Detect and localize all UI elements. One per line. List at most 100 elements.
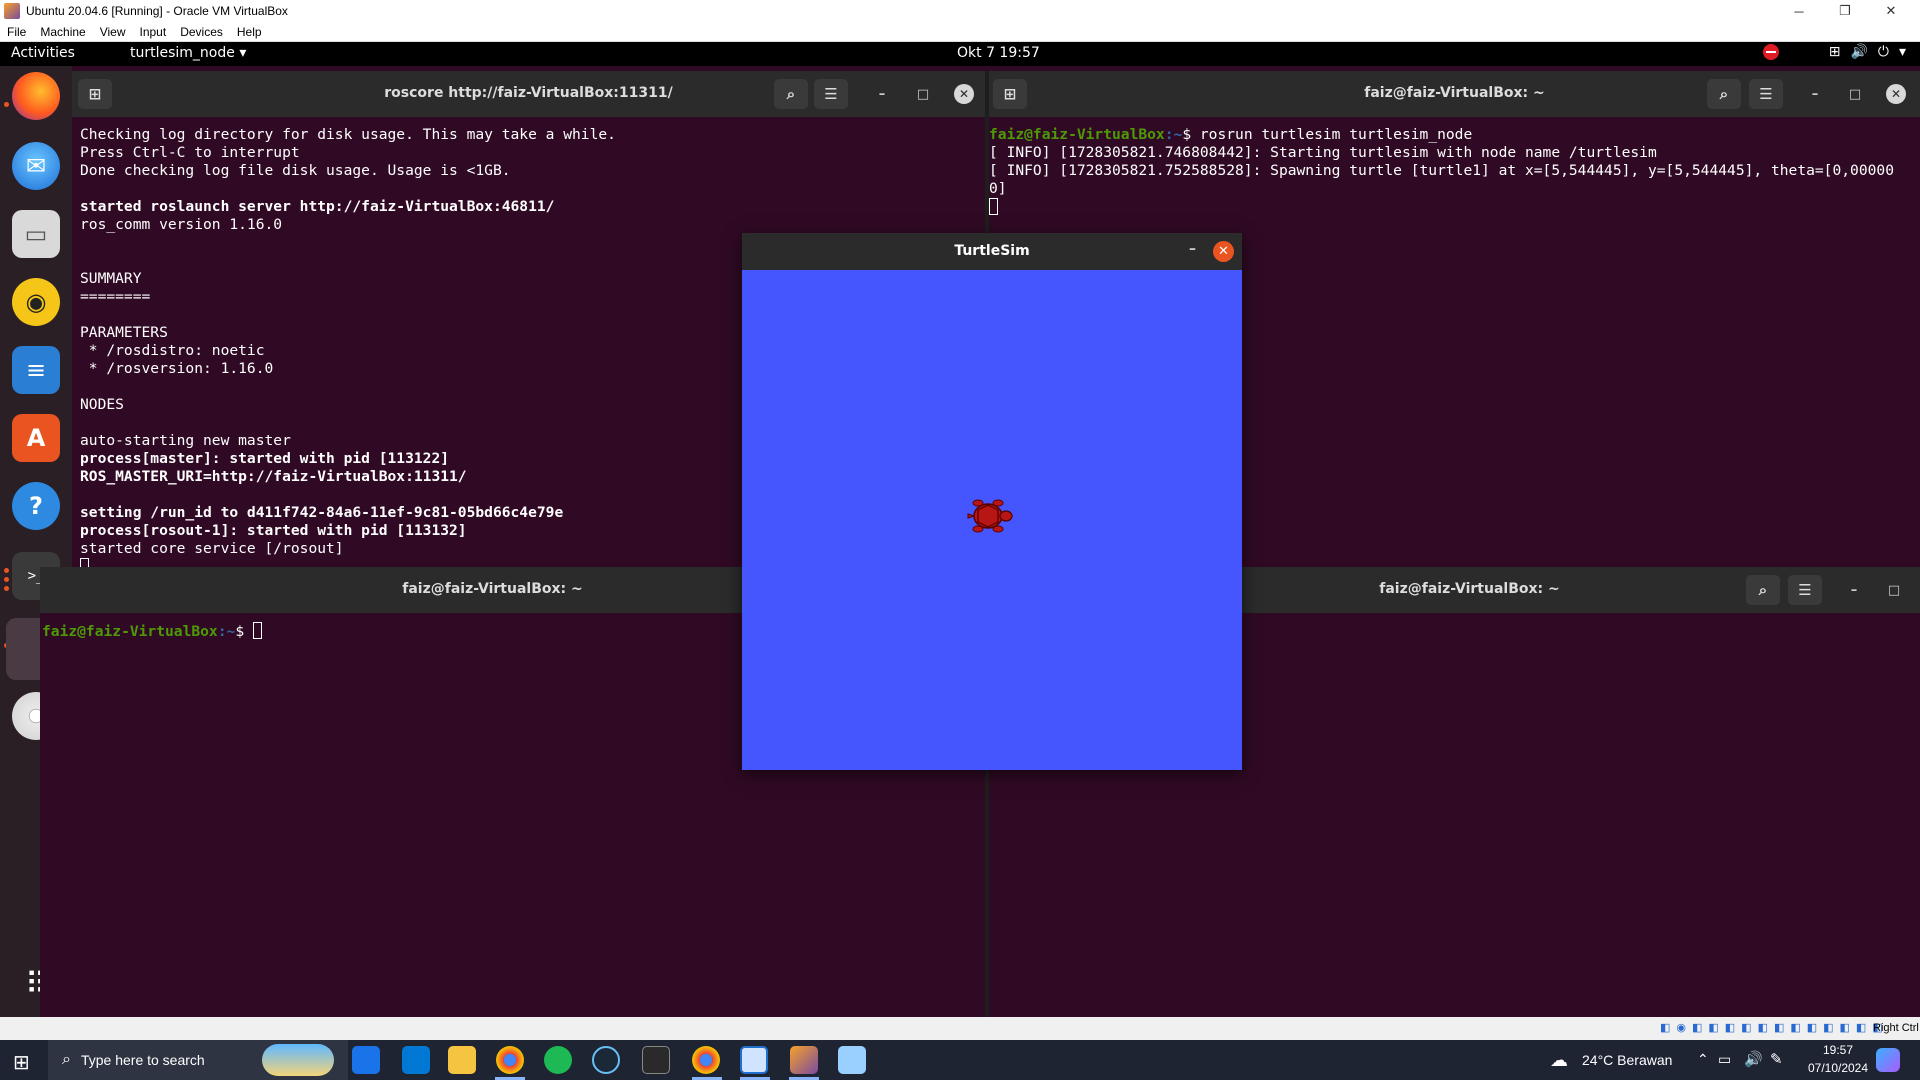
spotify-icon[interactable] (544, 1046, 572, 1074)
menu-file[interactable]: File (0, 25, 33, 39)
notification-icon[interactable] (1876, 1048, 1900, 1072)
minimize-icon[interactable]: – (1844, 580, 1864, 600)
output-line: * /rosdistro: noetic (80, 342, 265, 359)
chevron-down-icon[interactable]: ▾ (1899, 44, 1906, 60)
gnome-topbar: Activities turtlesim_node ▾ Okt 7 19:57 … (0, 42, 1920, 66)
app-menu[interactable]: turtlesim_node ▾ (130, 45, 246, 61)
network-icon[interactable]: ⊞ (1829, 44, 1841, 60)
vbox-window-title: Ubuntu 20.04.6 [Running] - Oracle VM Vir… (26, 4, 288, 18)
search-icon[interactable]: ⌕ (1707, 79, 1741, 109)
rhythmbox-icon[interactable]: ◉ (12, 278, 60, 326)
activities-button[interactable]: Activities (11, 45, 75, 61)
vbox-titlebar: Ubuntu 20.04.6 [Running] - Oracle VM Vir… (0, 0, 1920, 22)
close-icon[interactable]: ✕ (1213, 241, 1234, 262)
output-line: setting /run_id to d411f742-84a6-11ef-9c… (80, 504, 564, 521)
output-line: auto-starting new master (80, 432, 291, 449)
menu-help[interactable]: Help (230, 25, 269, 39)
do-not-disturb-icon[interactable] (1762, 44, 1779, 60)
minimize-icon[interactable]: – (1189, 241, 1196, 257)
prompt-end: $ (235, 623, 253, 640)
firefox-icon[interactable] (12, 72, 60, 120)
vbox-menubar: File Machine View Input Devices Help (0, 22, 1920, 42)
close-icon[interactable]: ✕ (954, 84, 974, 104)
windows-taskbar: ⊞ ⌕ Type here to search ☁ 24°C Berawan ⌃… (0, 1040, 1920, 1080)
taskbar-date[interactable]: 07/10/2024 (1800, 1061, 1876, 1075)
output-line: Done checking log file disk usage. Usage… (80, 162, 511, 179)
files-icon[interactable]: ▭ (12, 210, 60, 258)
prompt-user: faiz@faiz-VirtualBox (989, 126, 1165, 143)
maximize-icon[interactable]: □ (1845, 84, 1865, 104)
minimize-icon[interactable]: – (872, 84, 892, 104)
network-icon[interactable]: ▭ (1718, 1051, 1731, 1068)
power-icon[interactable]: ⏻ (1878, 44, 1889, 60)
minimize-icon[interactable]: – (1805, 84, 1825, 104)
running-indicator (4, 586, 9, 591)
host-key-label: Right Ctrl (1873, 1022, 1919, 1034)
vm-window-icon[interactable] (790, 1046, 818, 1074)
search-icon[interactable]: ⌕ (1746, 575, 1780, 605)
virtualbox-taskbar-icon[interactable] (740, 1046, 768, 1074)
vbox-statusbar: ◧◉◧◧◧◧◧◧◧◧◧◧◧◧ Right Ctrl (0, 1017, 1920, 1040)
virtualbox-icon (4, 3, 20, 19)
weather-text[interactable]: 24°C Berawan (1582, 1052, 1672, 1068)
restore-icon[interactable]: ❐ (1822, 0, 1868, 22)
taskbar-search[interactable]: ⌕ Type here to search (48, 1040, 348, 1080)
hamburger-menu-icon[interactable]: ☰ (1788, 575, 1822, 605)
terminal-header: ⊞ faiz@faiz-VirtualBox: ~ ⌕ ☰ – □ ✕ (989, 71, 1920, 117)
weather-icon[interactable]: ☁ (1550, 1050, 1568, 1071)
taskbar-time[interactable]: 19:57 (1808, 1043, 1868, 1057)
epic-games-icon[interactable] (642, 1046, 670, 1074)
search-placeholder: Type here to search (80, 1052, 205, 1068)
terminal-title: roscore http://faiz-VirtualBox:11311/ (384, 85, 673, 101)
volume-icon[interactable]: 🔊 (1744, 1050, 1763, 1068)
command-text: $ rosrun turtlesim turtlesim_node (1182, 126, 1473, 143)
search-icon[interactable]: ⌕ (774, 79, 808, 109)
log-line: 0] (989, 180, 1007, 197)
maximize-icon[interactable]: □ (913, 84, 933, 104)
clock[interactable]: Okt 7 19:57 (957, 45, 1040, 61)
search-highlight-image (262, 1044, 334, 1076)
menu-view[interactable]: View (93, 25, 133, 39)
system-tray[interactable]: ⊞ 🔊 ⏻ ▾ (1762, 44, 1906, 60)
maximize-icon[interactable]: □ (1884, 580, 1904, 600)
output-line: Press Ctrl-C to interrupt (80, 144, 300, 161)
menu-input[interactable]: Input (133, 25, 174, 39)
turtle-icon (967, 499, 1013, 533)
terminal-cursor (989, 198, 998, 215)
chevron-up-icon[interactable]: ⌃ (1697, 1051, 1709, 1068)
thunderbird-icon[interactable]: ✉ (12, 142, 60, 190)
close-icon[interactable]: ✕ (1868, 0, 1914, 22)
terminal-cursor (252, 622, 262, 639)
output-line: ROS_MASTER_URI=http://faiz-VirtualBox:11… (80, 468, 467, 485)
output-line: started core service [/rosout] (80, 540, 344, 557)
mail-icon[interactable] (352, 1046, 380, 1074)
writer-icon[interactable]: ≡ (12, 346, 60, 394)
log-line: [ INFO] [1728305821.752588528]: Spawning… (989, 162, 1894, 179)
output-line: NODES (80, 396, 124, 413)
notepad-icon[interactable] (838, 1046, 866, 1074)
turtlesim-window[interactable]: TurtleSim – ✕ (742, 233, 1242, 770)
volume-icon[interactable]: 🔊 (1850, 44, 1867, 60)
running-indicator (4, 577, 9, 582)
running-indicator (4, 568, 9, 573)
prompt-path: :~ (1164, 126, 1183, 143)
windows-start-icon[interactable]: ⊞ (13, 1050, 30, 1075)
prompt-path: :~ (217, 623, 236, 640)
hamburger-menu-icon[interactable]: ☰ (814, 79, 848, 109)
minimize-icon[interactable]: ─ (1776, 0, 1822, 22)
output-line: PARAMETERS (80, 324, 168, 341)
chrome-profile-icon[interactable] (692, 1046, 720, 1074)
chrome-icon[interactable] (496, 1046, 524, 1074)
device-status-icons[interactable]: ◧◉◧◧◧◧◧◧◧◧◧◧◧◧ (1660, 1021, 1889, 1034)
pen-icon[interactable]: ✎ (1770, 1050, 1783, 1068)
close-icon[interactable]: ✕ (1886, 84, 1906, 104)
help-icon[interactable]: ? (12, 482, 60, 530)
menu-machine[interactable]: Machine (33, 25, 92, 39)
menu-devices[interactable]: Devices (173, 25, 230, 39)
steam-icon[interactable] (592, 1046, 620, 1074)
store-icon[interactable] (402, 1046, 430, 1074)
hamburger-menu-icon[interactable]: ☰ (1749, 79, 1783, 109)
prompt-user: faiz@faiz-VirtualBox (42, 623, 218, 640)
explorer-icon[interactable] (448, 1046, 476, 1074)
software-icon[interactable]: A (12, 414, 60, 462)
